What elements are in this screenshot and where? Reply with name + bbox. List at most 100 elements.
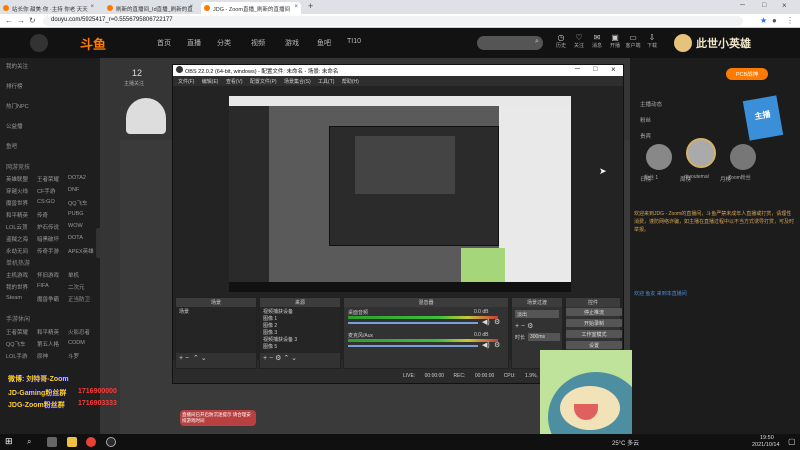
- streamer-avatar[interactable]: [126, 98, 166, 134]
- duration-input[interactable]: 300ms: [528, 333, 560, 341]
- browser-tab[interactable]: 刷新的直播间_Id直播_刷新的直 ×: [104, 2, 196, 14]
- nav-game[interactable]: 游戏: [285, 38, 299, 48]
- menu-scene-collection[interactable]: 场景集合(S): [284, 79, 311, 85]
- source-item[interactable]: 视频捕获设备: [260, 307, 340, 315]
- chrome-icon[interactable]: [86, 437, 96, 447]
- add-icon[interactable]: +: [179, 355, 183, 362]
- category-item[interactable]: QQ飞车: [6, 340, 26, 348]
- user-avatar[interactable]: [686, 138, 716, 168]
- site-logo[interactable]: 斗鱼: [80, 34, 106, 53]
- reload-icon[interactable]: ↻: [29, 16, 36, 25]
- user-avatar[interactable]: [646, 144, 672, 170]
- nav-live[interactable]: 直播: [187, 38, 201, 48]
- speaker-icon[interactable]: ◀): [482, 318, 490, 326]
- category-item[interactable]: 正当防卫: [68, 295, 90, 303]
- category-item[interactable]: DOTA2: [68, 175, 86, 181]
- category-item[interactable]: 暗黑破坏: [37, 235, 59, 243]
- minimize-icon[interactable]: ─: [740, 2, 745, 9]
- close-icon[interactable]: ×: [189, 4, 193, 10]
- remove-icon[interactable]: −: [269, 355, 273, 362]
- nav-video[interactable]: 视频: [251, 38, 265, 48]
- source-item[interactable]: 图像 5: [260, 342, 340, 350]
- menu-file[interactable]: 文件(F): [178, 79, 194, 85]
- source-item[interactable]: 视频捕获设备 3: [260, 335, 340, 343]
- category-item[interactable]: Steam: [6, 295, 22, 301]
- nav-category[interactable]: 分类: [217, 38, 231, 48]
- tab-fans[interactable]: 粉丝: [640, 116, 651, 124]
- close-icon[interactable]: ×: [294, 4, 298, 10]
- category-item[interactable]: 穿越火线: [6, 187, 28, 195]
- category-item[interactable]: LOL手游: [6, 352, 27, 360]
- source-item[interactable]: 图像 1: [260, 314, 340, 322]
- move-down-icon[interactable]: ⌄: [291, 355, 297, 362]
- remove-icon[interactable]: −: [521, 323, 525, 330]
- back-icon[interactable]: ←: [5, 16, 13, 25]
- category-item[interactable]: 永劫无间: [6, 247, 28, 255]
- obs-icon[interactable]: [106, 437, 116, 447]
- nav-yuba[interactable]: 鱼吧: [317, 38, 331, 48]
- task-view-icon[interactable]: [47, 437, 57, 447]
- close-icon[interactable]: ×: [90, 4, 94, 10]
- category-item[interactable]: 斗罗: [68, 352, 79, 360]
- category-item[interactable]: 魔兽争霸: [37, 295, 59, 303]
- menu-edit[interactable]: 编辑(E): [202, 79, 219, 85]
- close-window-icon[interactable]: ×: [782, 1, 787, 10]
- menu-help[interactable]: 帮助(H): [342, 79, 359, 85]
- minimize-icon[interactable]: ─: [575, 66, 580, 73]
- remove-icon[interactable]: −: [185, 355, 189, 362]
- user-avatar[interactable]: [730, 144, 756, 170]
- avatar[interactable]: [674, 34, 692, 52]
- category-item[interactable]: 炉石传说: [37, 223, 59, 231]
- maximize-icon[interactable]: □: [762, 2, 766, 9]
- category-item[interactable]: 和平精英: [37, 328, 59, 336]
- category-item[interactable]: 我的世界: [6, 283, 28, 291]
- category-item[interactable]: CF手游: [37, 187, 55, 195]
- category-item[interactable]: 怀旧游戏: [37, 271, 59, 279]
- search-icon[interactable]: ⌕: [535, 38, 539, 46]
- sidebar-item-follow[interactable]: 我的关注: [6, 62, 28, 70]
- transition-select[interactable]: 淡出: [515, 310, 559, 318]
- source-item[interactable]: 图像 3: [260, 328, 340, 336]
- category-item[interactable]: 火影忍者: [68, 328, 90, 336]
- category-item[interactable]: 盗贼之海: [6, 235, 28, 243]
- gear-icon[interactable]: ⚙: [494, 341, 500, 349]
- maximize-icon[interactable]: □: [593, 66, 597, 73]
- notification-icon[interactable]: ▢: [788, 437, 796, 446]
- category-item[interactable]: 英雄联盟: [6, 175, 28, 183]
- close-icon[interactable]: ×: [611, 65, 616, 74]
- file-explorer-icon[interactable]: [67, 437, 77, 447]
- category-item[interactable]: 王者荣耀: [6, 328, 28, 336]
- category-item[interactable]: 原神: [37, 352, 48, 360]
- search-icon[interactable]: ⌕: [27, 437, 31, 447]
- scene-item[interactable]: 场景: [179, 308, 253, 315]
- category-item[interactable]: 传奇手游: [37, 247, 59, 255]
- category-item[interactable]: 传奇: [37, 211, 48, 219]
- bookmark-icon[interactable]: ★: [760, 16, 767, 25]
- category-item[interactable]: DNF: [68, 187, 79, 193]
- volume-slider[interactable]: [348, 322, 478, 324]
- sidebar-item-yuba[interactable]: 鱼吧: [6, 142, 17, 150]
- move-up-icon[interactable]: ⌃: [193, 355, 199, 362]
- category-item[interactable]: QQ飞车: [68, 199, 88, 207]
- stop-streaming-button[interactable]: 停止推流: [566, 308, 622, 316]
- gear-icon[interactable]: ⚙: [527, 323, 533, 330]
- category-item[interactable]: 魔兽世界: [6, 199, 28, 207]
- category-item[interactable]: 王者荣耀: [37, 175, 59, 183]
- category-item[interactable]: 二次元: [68, 283, 85, 291]
- forward-icon[interactable]: →: [17, 16, 25, 25]
- browser-tab[interactable]: 站长你 甜美·你 ·主持 你老 天天 ×: [0, 2, 97, 14]
- category-item[interactable]: LOL云顶: [6, 223, 27, 231]
- source-item[interactable]: 图像 2: [260, 321, 340, 329]
- browser-tab-active[interactable]: JDG - Zoom直播_刷新的直播间 ×: [201, 2, 301, 14]
- nav-ti10[interactable]: TI10: [347, 38, 361, 45]
- download-button[interactable]: ⇩ 下载: [640, 33, 664, 49]
- tag-badge[interactable]: PCB战神: [726, 68, 768, 80]
- sidebar-item-rank[interactable]: 排行榜: [6, 82, 23, 90]
- profile-icon[interactable]: ●: [772, 16, 777, 25]
- sidebar-item-charity[interactable]: 公益播: [6, 122, 23, 130]
- category-item[interactable]: WOW: [68, 223, 83, 229]
- tab-dynamics[interactable]: 主播动态: [640, 100, 662, 108]
- category-item[interactable]: 主机游戏: [6, 271, 28, 279]
- clock-time[interactable]: 19:50: [760, 435, 774, 441]
- clock-date[interactable]: 2021/10/14: [752, 442, 780, 448]
